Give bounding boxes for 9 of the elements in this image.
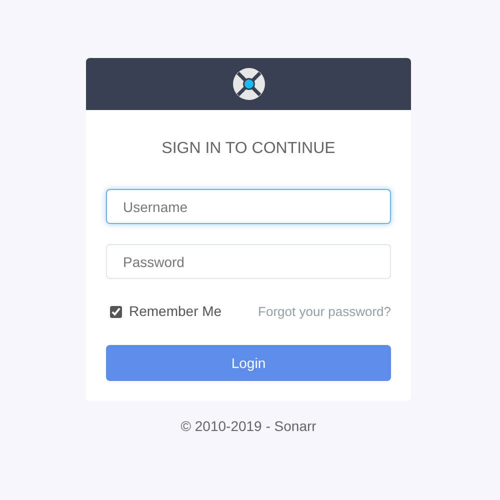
copyright-text: © 2010-2019 - Sonarr	[180, 417, 318, 436]
password-field[interactable]: Password	[106, 244, 391, 279]
remember-checkbox[interactable]	[110, 306, 122, 318]
sign-in-heading: SIGN IN TO CONTINUE	[160, 139, 336, 159]
forgot-password-link[interactable]: Forgot your password?	[258, 302, 391, 322]
username-field[interactable]: Username	[106, 189, 391, 224]
logo-icon	[232, 67, 266, 101]
remember-label: Remember Me	[129, 302, 222, 321]
login-button[interactable]: Login	[106, 345, 391, 381]
